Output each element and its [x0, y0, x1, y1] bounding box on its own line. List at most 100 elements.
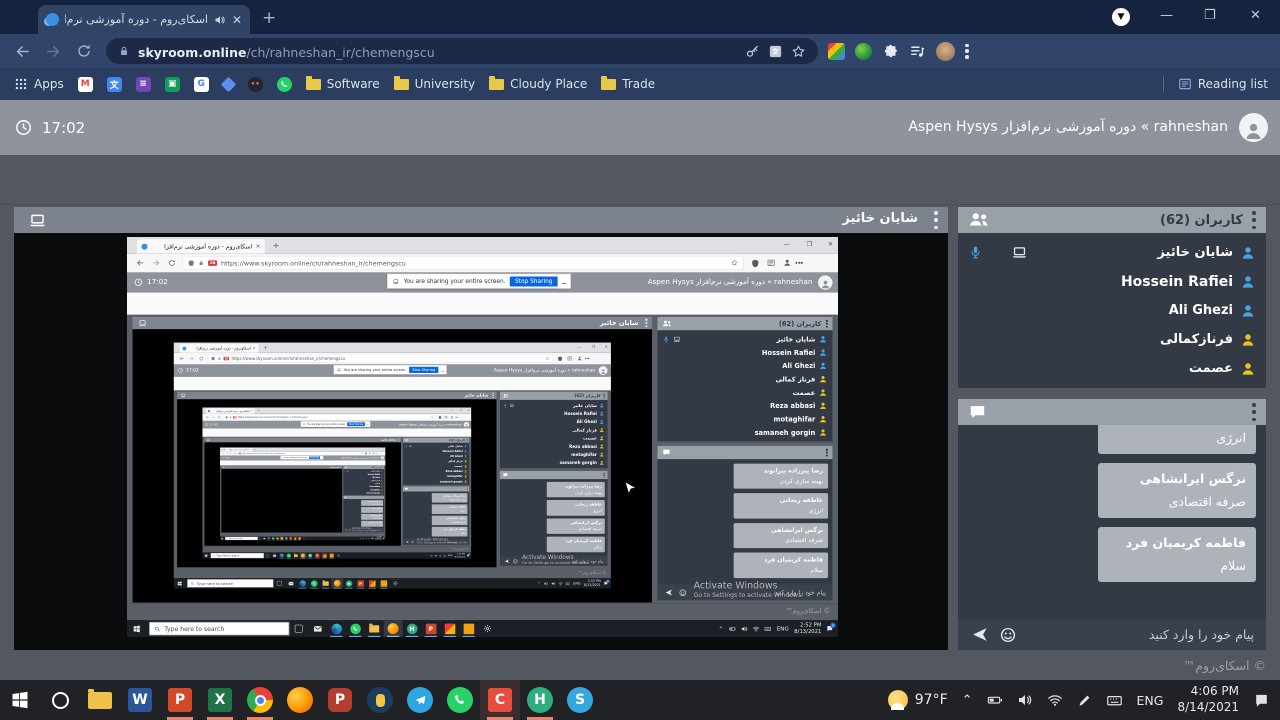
shared-whatsapp-icon[interactable] [308, 578, 320, 588]
shared-powerpoint-icon[interactable]: P [355, 578, 367, 588]
user-row[interactable]: فرناز کمالی [658, 373, 833, 386]
extension-colorgrid-icon[interactable] [828, 43, 845, 60]
ff-lock-icon[interactable] [217, 357, 221, 361]
shared-wifi-icon[interactable] [365, 538, 367, 540]
ff-close-button[interactable]: ✕ [828, 240, 833, 247]
volume-icon[interactable] [1017, 692, 1033, 708]
ff-account-icon[interactable] [783, 259, 791, 267]
ff-close-button[interactable]: ✕ [605, 345, 608, 349]
ff-star-icon[interactable] [431, 416, 434, 419]
shared-start-button[interactable] [174, 578, 186, 588]
ff-new-tab-button[interactable]: + [263, 345, 267, 351]
firefox-icon[interactable] [280, 680, 320, 720]
ff-extension-badge[interactable]: 2B [208, 260, 217, 266]
bookmark-gmail-icon[interactable]: M [78, 77, 93, 92]
shared-clock[interactable]: 2:52 PM8/13/2021 [455, 553, 465, 558]
shared-emoji-icon[interactable] [348, 529, 350, 531]
shared-settings-icon[interactable] [390, 578, 402, 588]
ff-shield2-icon[interactable] [439, 416, 442, 419]
shared-language[interactable]: ENG [573, 582, 580, 586]
back-button-icon[interactable] [14, 43, 31, 60]
ff-tab[interactable]: اسکای‌روم - دوره آموزشی نرم‌افزا ✕ [137, 239, 265, 253]
reading-list-button[interactable]: Reading list [1178, 77, 1268, 91]
ff-library-icon[interactable] [369, 452, 371, 454]
user-row[interactable]: samaneh gorgin [403, 479, 469, 484]
ff-reload-icon[interactable] [168, 259, 176, 267]
ff-tab-close-icon[interactable]: ✕ [256, 243, 261, 249]
shared-chat-menu-icon[interactable] [603, 473, 604, 478]
user-row[interactable]: عصمت [658, 386, 833, 399]
shared-orange-app-icon[interactable] [378, 578, 390, 588]
ff-address-bar[interactable]: 2B https://www.skyroom.online/ch/rahnesh… [208, 354, 553, 363]
shared-firefox-icon[interactable] [384, 620, 403, 637]
user-row[interactable]: samaneh gorgin [500, 459, 608, 467]
ff-lock-icon[interactable] [229, 416, 231, 418]
user-row[interactable]: Ali Ghezi [958, 296, 1266, 325]
ff-address-bar[interactable]: 2B https://www.skyroom.online/ch/rahnesh… [233, 452, 364, 455]
bookmark-star-icon[interactable] [791, 44, 806, 59]
weather-widget[interactable]: 97°F [888, 690, 948, 710]
shared-chat-menu-icon[interactable] [826, 449, 828, 457]
shared-mail-icon[interactable] [285, 578, 297, 588]
user-row[interactable]: samaneh gorgin [343, 491, 384, 494]
ff-shield2-icon[interactable] [365, 452, 367, 454]
user-row[interactable]: Hossein Rafiei [500, 410, 608, 418]
shared-tray-chevron-icon[interactable]: ⌃ [358, 538, 359, 540]
shared-battery-icon[interactable] [729, 625, 736, 632]
shared-notification-icon[interactable]: 2 [467, 554, 470, 557]
shared-header-avatar[interactable] [464, 422, 469, 427]
ff-library-icon[interactable] [767, 259, 775, 267]
browser-media-button[interactable]: ▼ [1112, 8, 1130, 26]
user-row[interactable]: Ali Ghezi [500, 418, 608, 426]
shared-settings-icon[interactable] [335, 552, 342, 558]
ff-forward-icon[interactable] [212, 416, 215, 419]
hysys-icon[interactable]: H [520, 680, 560, 720]
address-bar[interactable]: skyroom.online/ch/rahneshan_ir/chemengsc… [106, 38, 818, 64]
header-avatar[interactable] [1239, 113, 1268, 142]
ff-star-icon[interactable] [731, 259, 738, 266]
tab-close-icon[interactable]: ✕ [232, 13, 242, 27]
extensions-puzzle-icon[interactable] [882, 43, 899, 60]
user-row[interactable]: عصمت [958, 354, 1266, 383]
shared-users-menu-icon[interactable] [383, 467, 384, 469]
shared-notification-icon[interactable]: 2 [603, 581, 608, 586]
shared-users-menu-icon[interactable] [826, 320, 828, 328]
extension-idm-icon[interactable] [855, 43, 872, 60]
ff-reload-icon[interactable] [218, 416, 221, 419]
shared-volume-icon[interactable] [551, 581, 555, 585]
shared-explorer-icon[interactable] [365, 620, 384, 637]
shared-language[interactable]: ENG [371, 538, 374, 539]
user-row[interactable]: Ali Ghezi [658, 359, 833, 372]
user-row[interactable]: Reza abbasi [658, 399, 833, 412]
shared-battery-icon[interactable] [360, 538, 362, 540]
bookmark-folder-software[interactable]: Software [306, 77, 380, 91]
bookmark-whatsapp-icon[interactable] [277, 77, 292, 92]
tab-audio-icon[interactable] [214, 14, 226, 26]
pen-icon[interactable] [1077, 693, 1092, 708]
playlist-icon[interactable] [909, 43, 926, 60]
shared-search-box[interactable]: Type here to search [225, 537, 258, 540]
word-icon[interactable]: W [120, 680, 160, 720]
ff-tab-close-icon[interactable]: ✕ [250, 449, 251, 450]
shared-chat-menu-icon[interactable] [467, 488, 468, 491]
user-row[interactable]: Hossein Rafiei [658, 346, 833, 359]
ff-back-icon[interactable] [179, 356, 184, 361]
shared-mail-icon[interactable] [271, 552, 278, 558]
shared-taskview-button[interactable] [264, 552, 271, 558]
ff-minimize-button[interactable]: — [451, 409, 453, 412]
shared-whatsapp-icon[interactable] [346, 620, 365, 637]
shared-taskview-button[interactable] [273, 578, 285, 588]
shared-tray-chevron-icon[interactable]: ⌃ [537, 581, 540, 585]
shared-search-box[interactable]: Type here to search [187, 579, 273, 587]
ff-back-icon[interactable] [136, 259, 144, 267]
shared-orange-app-icon[interactable] [328, 552, 335, 558]
ff-shield2-icon[interactable] [751, 259, 759, 267]
shared-clock[interactable]: 2:52 PM8/13/2021 [584, 579, 601, 587]
ff-shield-icon[interactable] [225, 416, 227, 418]
battery-icon[interactable] [987, 692, 1003, 708]
window-close-button[interactable]: ✕ [1250, 8, 1261, 23]
ff-restore-button[interactable]: ❐ [378, 448, 379, 450]
ff-star-icon[interactable] [360, 453, 362, 455]
shared-search-box[interactable]: Type here to search [149, 622, 289, 635]
ff-lock-icon[interactable] [198, 260, 204, 266]
